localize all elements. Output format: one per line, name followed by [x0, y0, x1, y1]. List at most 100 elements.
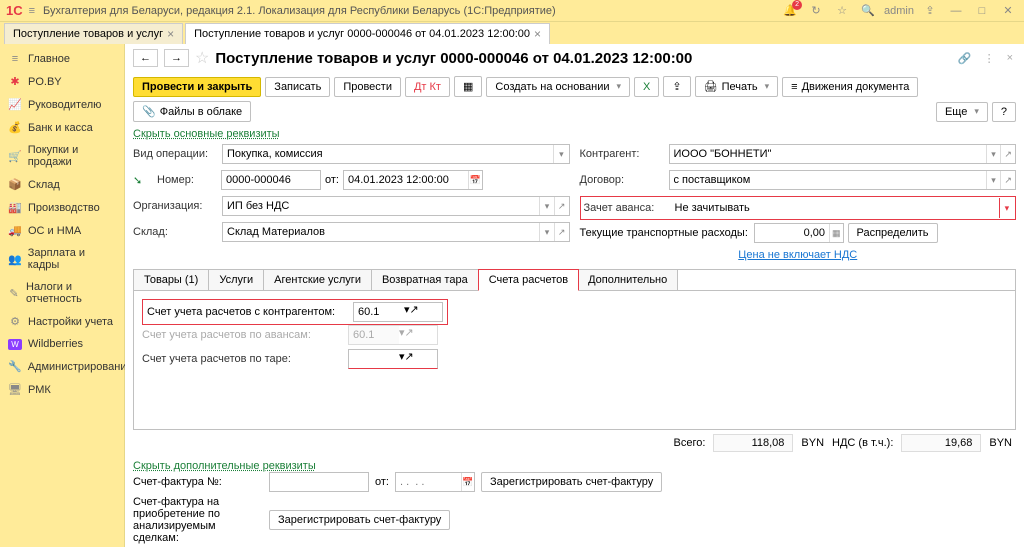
upload-button[interactable]: ⇪	[663, 76, 690, 97]
register-sf-button[interactable]: Зарегистрировать счет-фактуру	[481, 472, 662, 492]
dropdown-icon[interactable]: ▾	[986, 171, 1001, 189]
maximize-icon[interactable]: □	[972, 2, 992, 20]
sf-num-field[interactable]	[269, 472, 369, 492]
sidebar-item-rmk[interactable]: 🖥РМК	[0, 378, 124, 401]
distribute-button[interactable]: Распределить	[848, 223, 938, 243]
write-button[interactable]: Записать	[265, 77, 330, 97]
movements-button[interactable]: ≡ Движения документа	[782, 77, 918, 97]
sidebar-item-payroll[interactable]: 👥Зарплата и кадры	[0, 242, 124, 276]
titlebar: 1C ≡ Бухгалтерия для Беларуси, редакция …	[0, 0, 1024, 22]
excel-button[interactable]: X	[634, 77, 659, 97]
advance-field[interactable]: ▾	[671, 198, 1015, 218]
sidebar-item-main[interactable]: ≡Главное	[0, 48, 124, 70]
tab-doc-list[interactable]: Поступление товаров и услуг×	[4, 23, 183, 44]
vat-label: НДС (в т.ч.):	[832, 437, 893, 449]
sidebar-item-warehouse[interactable]: 📦Склад	[0, 173, 124, 196]
open-icon[interactable]: ↗	[554, 223, 569, 241]
tab-doc-current[interactable]: Поступление товаров и услуг 0000-000046 …	[185, 23, 550, 44]
more-button[interactable]: Еще	[936, 102, 988, 122]
number-field[interactable]	[221, 170, 321, 190]
post-button[interactable]: Провести	[334, 77, 401, 97]
sidebar-item-manager[interactable]: 📈Руководителю	[0, 93, 124, 116]
tab-close-icon[interactable]: ×	[534, 27, 541, 41]
open-icon[interactable]: ↗	[1000, 171, 1015, 189]
post-and-close-button[interactable]: Провести и закрыть	[133, 77, 261, 97]
op-type-field[interactable]: ▾	[222, 144, 570, 164]
register-sf-acq-button[interactable]: Зарегистрировать счет-фактуру	[269, 510, 450, 530]
op-type-label: Вид операции:	[133, 148, 218, 160]
sidebar-item-wb[interactable]: WWildberries	[0, 333, 124, 355]
hide-extra-link[interactable]: Скрыть дополнительные реквизиты	[133, 460, 316, 472]
create-based-button[interactable]: Создать на основании	[486, 77, 630, 97]
tab-extra[interactable]: Дополнительно	[578, 270, 678, 290]
link-icon[interactable]: 🔗	[955, 52, 975, 65]
acct-contr-field[interactable]: ▾↗	[353, 302, 443, 322]
favorite-icon[interactable]: ☆	[195, 48, 209, 68]
sf-date-field[interactable]: 📅	[395, 472, 475, 492]
caps-icon[interactable]: ⇪	[920, 2, 940, 20]
dropdown-icon[interactable]: ▾	[986, 145, 1001, 163]
open-icon[interactable]: ↗	[405, 350, 414, 368]
contract-label: Договор:	[580, 174, 665, 186]
notifications-icon[interactable]: 🔔2	[780, 2, 800, 20]
dropdown-icon[interactable]: ▾	[553, 145, 568, 163]
tab-agent[interactable]: Агентские услуги	[264, 270, 372, 290]
sidebar-item-bank[interactable]: 💰Банк и касса	[0, 116, 124, 139]
dt-kt-button[interactable]: Дт Кт	[405, 77, 450, 97]
star-icon[interactable]: ☆	[832, 2, 852, 20]
close-icon[interactable]: ✕	[998, 2, 1018, 20]
gear-icon: ⚙	[8, 315, 22, 328]
history-icon[interactable]: ↻	[806, 2, 826, 20]
print-button[interactable]: 🖨 Печать	[695, 76, 779, 97]
open-icon[interactable]: ↗	[554, 197, 569, 215]
dropdown-icon[interactable]: ▾	[539, 223, 554, 241]
people-icon: 👥	[8, 253, 22, 266]
tab-tare[interactable]: Возвратная тара	[372, 270, 479, 290]
nav-forward-button[interactable]: →	[164, 49, 189, 67]
tab-accounts[interactable]: Счета расчетов	[478, 269, 579, 291]
username[interactable]: admin	[884, 5, 914, 17]
contract-field[interactable]: ▾↗	[669, 170, 1017, 190]
money-icon: 💰	[8, 121, 22, 134]
date-field[interactable]: 📅	[343, 170, 483, 190]
dropdown-icon[interactable]: ▾	[539, 197, 554, 215]
pencil-icon: ✎	[8, 287, 20, 300]
cloud-files-button[interactable]: 📎 Файлы в облаке	[133, 101, 251, 122]
menu-icon[interactable]: ≡	[29, 5, 35, 17]
sidebar-item-sales[interactable]: 🛒Покупки и продажи	[0, 139, 124, 173]
warehouse-field[interactable]: ▾↗	[222, 222, 570, 242]
hide-main-link[interactable]: Скрыть основные реквизиты	[133, 128, 280, 140]
calendar-icon[interactable]: 📅	[461, 473, 474, 491]
open-icon[interactable]: ↗	[1000, 145, 1015, 163]
close-doc-icon[interactable]: ×	[1004, 52, 1016, 64]
transport-field[interactable]: ▦	[754, 223, 844, 243]
calendar-icon[interactable]: 📅	[468, 171, 482, 189]
open-icon[interactable]: ↗	[410, 303, 419, 321]
tab-close-icon[interactable]: ×	[167, 27, 174, 41]
more-icon[interactable]: ⋮	[981, 52, 998, 65]
price-vat-link[interactable]: Цена не включает НДС	[738, 249, 857, 261]
sidebar-item-production[interactable]: 🏭Производство	[0, 196, 124, 219]
org-field[interactable]: ▾↗	[222, 196, 570, 216]
sidebar-item-settings[interactable]: ⚙Настройки учета	[0, 310, 124, 333]
document-title: Поступление товаров и услуг 0000-000046 …	[215, 50, 949, 67]
sidebar-item-tax[interactable]: ✎Налоги и отчетность	[0, 276, 124, 310]
list-icon: ≡	[8, 53, 22, 65]
cart-icon: 🛒	[8, 150, 22, 163]
sidebar-item-poby[interactable]: ✱PO.BY	[0, 70, 124, 93]
tab-goods[interactable]: Товары (1)	[134, 270, 209, 290]
sidebar-item-admin[interactable]: 🔧Администрирование	[0, 355, 124, 378]
nav-back-button[interactable]: ←	[133, 49, 158, 67]
contractor-field[interactable]: ▾↗	[669, 144, 1017, 164]
acct-tare-field[interactable]: ▾↗	[348, 349, 438, 369]
help-button[interactable]: ?	[992, 102, 1016, 122]
calc-icon[interactable]: ▦	[829, 224, 842, 242]
sidebar-item-assets[interactable]: 🚚ОС и НМА	[0, 219, 124, 242]
print-barcode-button[interactable]: ▦	[454, 76, 482, 97]
dropdown-icon[interactable]: ▾	[999, 198, 1014, 218]
search-icon[interactable]: 🔍	[858, 2, 878, 20]
number-label: Номер:	[157, 174, 217, 186]
tab-services[interactable]: Услуги	[209, 270, 264, 290]
sf-num-label: Счет-фактура №:	[133, 476, 263, 488]
minimize-icon[interactable]: —	[946, 2, 966, 20]
